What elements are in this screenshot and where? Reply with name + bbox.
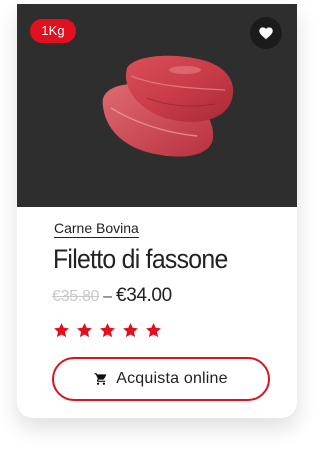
buy-online-button[interactable]: Acquista online [52, 357, 270, 401]
buy-button-label: Acquista online [116, 370, 228, 387]
star-icon [146, 323, 161, 338]
heart-icon [259, 26, 273, 39]
star-icon [77, 323, 92, 338]
product-photo [102, 55, 234, 157]
product-image-area[interactable]: 1Kg [17, 4, 297, 207]
star-icon [123, 323, 138, 338]
weight-badge: 1Kg [30, 19, 76, 43]
price-separator: – [103, 288, 113, 305]
product-card: 1Kg Carne Bovina Filetto di fassone €35.… [17, 4, 297, 418]
star-rating [53, 322, 162, 339]
category-link[interactable]: Carne Bovina [54, 220, 139, 236]
product-title[interactable]: Filetto di fassone [53, 244, 228, 275]
old-price: €35.80 [52, 288, 100, 305]
wishlist-button[interactable] [250, 17, 282, 49]
current-price: €34.00 [116, 285, 172, 306]
cart-icon [94, 373, 107, 385]
star-icon [100, 323, 115, 338]
price-row: €35.80 – €34.00 [52, 285, 172, 307]
star-icon [54, 323, 69, 338]
